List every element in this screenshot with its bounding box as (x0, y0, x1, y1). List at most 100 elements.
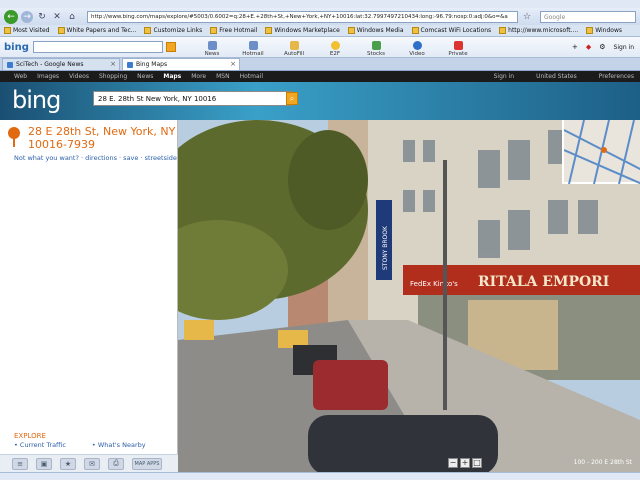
address-bar[interactable]: http://www.bing.com/maps/explore/#5003/0… (87, 10, 518, 23)
toolbar-private-button[interactable]: Private (439, 38, 477, 57)
stocks-icon (371, 40, 381, 50)
google-favicon-icon (7, 61, 13, 68)
menu-bar (0, 0, 640, 8)
fedex-sign: FedEx Kinko's (410, 280, 458, 288)
zoom-in-button[interactable]: + (460, 458, 470, 468)
location-scale-label: 100 - 200 E 28th St (573, 459, 632, 466)
bing-toolbar-search-input[interactable] (33, 41, 163, 53)
bookmark-star-icon[interactable]: ☆ (521, 11, 533, 23)
toolbar-e2f-button[interactable]: E2F (316, 38, 354, 57)
bing-nav: Web Images Videos Shopping News Maps Mor… (0, 71, 640, 82)
video-icon (412, 40, 422, 50)
nav-news[interactable]: News (137, 73, 153, 80)
bookmarks-toolbar: Most Visited White Papers and Tec... Cus… (0, 25, 640, 37)
navigation-toolbar: ← → ↻ ✕ ⌂ http://www.bing.com/maps/explo… (0, 8, 640, 25)
bookmark-icon (586, 27, 594, 34)
bing-logo[interactable]: bing (12, 86, 61, 114)
region-link[interactable]: United States (536, 73, 577, 80)
toolbar-video-button[interactable]: Video (398, 38, 436, 57)
banner-sign: STONY BROOK (382, 225, 389, 270)
toolbar-news-button[interactable]: News (193, 38, 231, 57)
toolbar-signin-link[interactable]: Sign in (614, 44, 634, 51)
bing-favicon-icon (127, 61, 133, 68)
bookmark-icon (57, 27, 65, 34)
nav-more[interactable]: More (191, 73, 206, 80)
bookmark-icon (411, 27, 419, 34)
tab-bing-maps[interactable]: Bing Maps × (122, 58, 240, 70)
back-button[interactable]: ← (4, 9, 18, 24)
add-icon[interactable]: + (572, 43, 578, 51)
whats-nearby-link[interactable]: • What's Nearby (92, 441, 146, 449)
bookmark-icon (210, 27, 218, 34)
home-icon[interactable]: ⌂ (66, 11, 78, 23)
map-search-input[interactable]: 28 E. 28th St New York, NY 10016 (93, 91, 293, 106)
bookmark-item[interactable]: Windows Marketplace (265, 27, 340, 34)
location-pin-icon (8, 127, 20, 147)
mini-map[interactable] (562, 120, 640, 185)
bookmark-item[interactable]: Windows (586, 27, 622, 34)
bing-toolbar-logo[interactable]: bing (4, 42, 30, 53)
current-traffic-link[interactable]: • Current Traffic (14, 441, 66, 449)
list-icon[interactable]: ≡ (12, 457, 28, 470)
left-panel: 28 E 28th St, New York, NY 10016-7939 No… (0, 120, 178, 472)
car-icon[interactable]: ▣ (36, 457, 52, 470)
nav-shopping[interactable]: Shopping (99, 73, 127, 80)
close-tab-icon[interactable]: × (110, 60, 116, 68)
news-icon (207, 40, 217, 50)
reload-icon[interactable]: ↻ (36, 11, 48, 23)
sun-icon (330, 40, 340, 50)
pencil-icon (289, 40, 299, 50)
bookmark-item[interactable]: http://www.microsoft.... (499, 27, 578, 34)
nav-msn[interactable]: MSN (216, 73, 229, 80)
preferences-link[interactable]: Preferences (599, 73, 634, 80)
toolbar-autofill-button[interactable]: AutoFill (275, 38, 313, 57)
tab-strip: SciTech - Google News × Bing Maps × (0, 58, 640, 71)
print-icon[interactable]: ⎙ (108, 457, 124, 470)
nav-videos[interactable]: Videos (69, 73, 89, 80)
toolbar-stocks-button[interactable]: Stocks (357, 38, 395, 57)
stop-icon[interactable]: ✕ (51, 11, 63, 23)
bookmark-item[interactable]: Customize Links (144, 27, 202, 34)
streetside-view[interactable]: RITALA EMPORI FedEx Kinko's STONY BROOK … (178, 120, 640, 472)
bookmark-item[interactable]: Most Visited (4, 27, 50, 34)
bing-toolbar: bing News Hotmail AutoFill E2F Stocks Vi… (0, 37, 640, 58)
address-line-1: 28 E 28th St, New York, NY (28, 125, 176, 138)
nav-hotmail[interactable]: Hotmail (240, 73, 263, 80)
shield-icon[interactable]: ◆ (586, 43, 591, 51)
map-apps-button[interactable]: MAP APPS (132, 457, 162, 470)
bookmark-item[interactable]: White Papers and Tec... (57, 27, 136, 34)
nav-images[interactable]: Images (37, 73, 59, 80)
bookmark-item[interactable]: Free Hotmail (210, 27, 257, 34)
map-search-button[interactable]: ⌕ (286, 92, 298, 105)
star-icon[interactable]: ★ (60, 457, 76, 470)
status-bar (0, 472, 640, 480)
zoom-out-button[interactable]: − (448, 458, 458, 468)
bottom-toolbar: ≡ ▣ ★ ✉ ⎙ MAP APPS (0, 454, 178, 472)
view-controls: − + □ (448, 458, 482, 468)
private-icon (453, 40, 463, 50)
store-sign: RITALA EMPORI (478, 274, 609, 290)
nav-web[interactable]: Web (14, 73, 27, 80)
nav-maps[interactable]: Maps (163, 73, 181, 80)
forward-button[interactable]: → (21, 10, 33, 23)
bookmark-item[interactable]: Windows Media (347, 27, 404, 34)
web-search-input[interactable]: Google (540, 10, 636, 23)
address-actions[interactable]: Not what you want? · directions · save ·… (14, 154, 177, 162)
bookmark-icon (144, 27, 152, 34)
explore-title: EXPLORE (14, 432, 46, 440)
tab-google-news[interactable]: SciTech - Google News × (2, 58, 120, 70)
email-icon[interactable]: ✉ (84, 457, 100, 470)
search-go-button[interactable] (166, 42, 176, 52)
bookmark-icon (4, 27, 11, 34)
bookmark-item[interactable]: Comcast WiFi Locations (411, 27, 491, 34)
address-heading: 28 E 28th St, New York, NY 10016-7939 (28, 125, 176, 151)
mail-icon (248, 40, 258, 50)
close-tab-icon[interactable]: × (230, 60, 236, 68)
bookmark-icon (265, 27, 273, 34)
bookmark-icon (499, 27, 507, 34)
toolbar-hotmail-button[interactable]: Hotmail (234, 38, 272, 57)
signin-link[interactable]: Sign in (494, 73, 514, 80)
fullscreen-button[interactable]: □ (472, 458, 482, 468)
bing-header: bing 28 E. 28th St New York, NY 10016 ⌕ (0, 82, 640, 120)
settings-icon[interactable]: ⚙ (599, 43, 605, 51)
